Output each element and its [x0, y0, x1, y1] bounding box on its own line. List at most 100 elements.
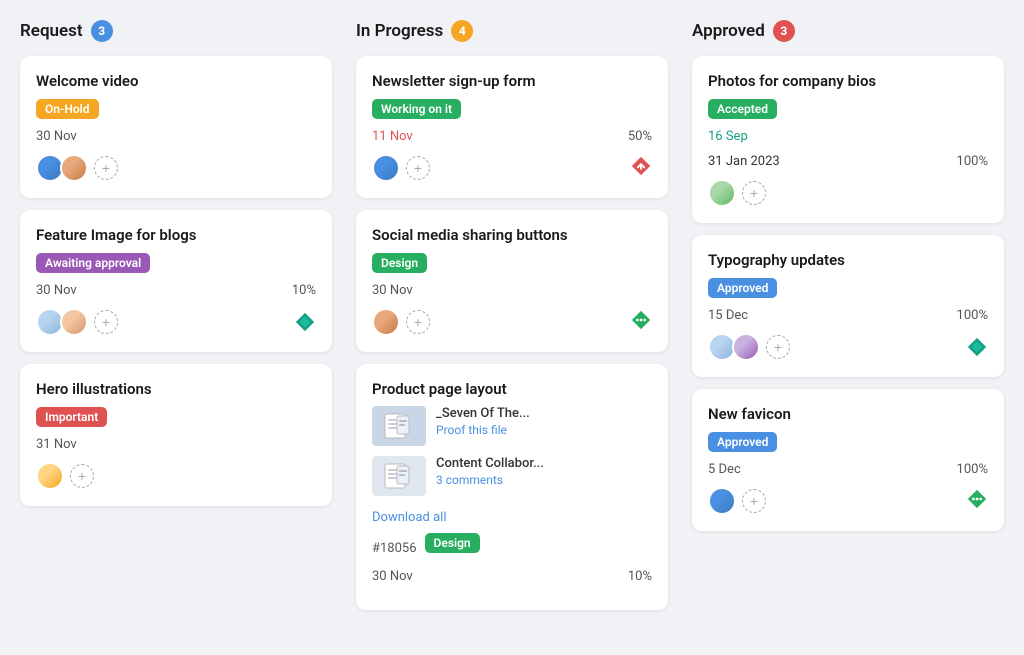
- add-member-button[interactable]: +: [742, 181, 766, 205]
- column-header: Approved 3: [692, 20, 1004, 42]
- avatar-group: +: [708, 333, 790, 361]
- card-id-row: #18056 Design: [372, 533, 652, 563]
- avatar-group: +: [708, 179, 766, 207]
- download-all[interactable]: Download all: [372, 506, 652, 533]
- avatar: [372, 308, 400, 336]
- card-title: Social media sharing buttons: [372, 226, 652, 244]
- card-footer: +: [372, 154, 652, 182]
- dots-icon: [966, 488, 988, 514]
- add-member-button[interactable]: +: [94, 310, 118, 334]
- second-date-row: 31 Jan 2023 100%: [708, 154, 988, 169]
- kanban-board: Request 3 Welcome video On-Hold 30 Nov +…: [20, 20, 1004, 622]
- dots-icon: [630, 309, 652, 335]
- card-typography-updates: Typography updates Approved 15 Dec 100% …: [692, 235, 1004, 377]
- status-tag: Awaiting approval: [36, 253, 150, 273]
- avatar: [732, 333, 760, 361]
- card-date: 15 Dec: [708, 308, 748, 323]
- card-product-page: Product page layout _Seven Of The... Pro…: [356, 364, 668, 610]
- card-date: 31 Nov: [36, 437, 77, 452]
- add-member-button[interactable]: +: [742, 489, 766, 513]
- diamond-icon: [966, 336, 988, 358]
- date-row: 30 Nov: [372, 283, 652, 298]
- status-tag: Approved: [708, 432, 777, 452]
- add-member-button[interactable]: +: [766, 335, 790, 359]
- avatar-group: +: [372, 154, 430, 182]
- avatar-group: +: [36, 462, 94, 490]
- card-footer: +: [372, 308, 652, 336]
- column-request: Request 3 Welcome video On-Hold 30 Nov +…: [20, 20, 332, 622]
- card-date: 30 Nov: [36, 129, 77, 144]
- card-percent: 50%: [628, 129, 652, 144]
- arrow-icon: [630, 155, 652, 181]
- add-member-button[interactable]: +: [70, 464, 94, 488]
- card-title: Product page layout: [372, 380, 652, 398]
- card-footer: +: [36, 462, 316, 490]
- file-name: _Seven Of The...: [436, 406, 652, 421]
- column-badge: 4: [451, 20, 473, 42]
- avatar: [60, 308, 88, 336]
- column-title: In Progress: [356, 21, 443, 41]
- file-action-proof[interactable]: Proof this file: [436, 423, 652, 437]
- avatar: [708, 487, 736, 515]
- card-date-primary: 16 Sep: [708, 129, 748, 144]
- file-action-comments[interactable]: 3 comments: [436, 473, 652, 487]
- avatar-group: +: [36, 308, 118, 336]
- card-title: Feature Image for blogs: [36, 226, 316, 244]
- column-badge: 3: [91, 20, 113, 42]
- avatar: [708, 179, 736, 207]
- card-footer: +: [36, 308, 316, 336]
- status-tag: Approved: [708, 278, 777, 298]
- card-title: Typography updates: [708, 251, 988, 269]
- add-member-button[interactable]: +: [406, 156, 430, 180]
- avatar-group: +: [36, 154, 118, 182]
- column-header: In Progress 4: [356, 20, 668, 42]
- status-tag: Design: [425, 533, 480, 553]
- avatar: [372, 154, 400, 182]
- column-badge: 3: [773, 20, 795, 42]
- column-in-progress: In Progress 4 Newsletter sign-up form Wo…: [356, 20, 668, 622]
- card-footer: +: [708, 487, 988, 515]
- card-title: Photos for company bios: [708, 72, 988, 90]
- add-member-button[interactable]: +: [94, 156, 118, 180]
- file-name: Content Collabor...: [436, 456, 652, 471]
- add-member-button[interactable]: +: [406, 310, 430, 334]
- card-date: 30 Nov: [372, 569, 413, 584]
- card-percent: 10%: [292, 283, 316, 298]
- card-percent: 10%: [628, 569, 652, 584]
- avatar-group: +: [372, 308, 430, 336]
- card-percent: 100%: [957, 462, 988, 477]
- column-title: Request: [20, 21, 83, 41]
- card-feature-image: Feature Image for blogs Awaiting approva…: [20, 210, 332, 352]
- date-row: 30 Nov: [36, 129, 316, 144]
- status-tag: Working on it: [372, 99, 461, 119]
- file-info: Content Collabor... 3 comments: [436, 456, 652, 487]
- card-social-media: Social media sharing buttons Design 30 N…: [356, 210, 668, 352]
- card-date: 30 Nov: [372, 283, 413, 298]
- card-date: 11 Nov: [372, 129, 413, 144]
- card-title: New favicon: [708, 405, 988, 423]
- card-title: Hero illustrations: [36, 380, 316, 398]
- diamond-icon: [294, 311, 316, 333]
- card-title: Newsletter sign-up form: [372, 72, 652, 90]
- date-row: 31 Nov: [36, 437, 316, 452]
- card-new-favicon: New favicon Approved 5 Dec 100% +: [692, 389, 1004, 531]
- date-row: 16 Sep: [708, 129, 988, 144]
- column-title: Approved: [692, 21, 765, 41]
- file-row: Content Collabor... 3 comments: [372, 456, 652, 496]
- card-footer: +: [708, 333, 988, 361]
- date-row: 30 Nov 10%: [372, 569, 652, 584]
- date-row: 5 Dec 100%: [708, 462, 988, 477]
- status-tag: On-Hold: [36, 99, 99, 119]
- avatar: [60, 154, 88, 182]
- card-id: #18056: [372, 541, 417, 556]
- card-percent: 100%: [957, 308, 988, 323]
- column-approved: Approved 3 Photos for company bios Accep…: [692, 20, 1004, 622]
- avatar-group: +: [708, 487, 766, 515]
- card-percent: 100%: [957, 154, 988, 169]
- file-row: _Seven Of The... Proof this file: [372, 406, 652, 446]
- date-row: 11 Nov 50%: [372, 129, 652, 144]
- card-date: 5 Dec: [708, 462, 741, 477]
- avatar: [36, 462, 64, 490]
- card-newsletter-form: Newsletter sign-up form Working on it 11…: [356, 56, 668, 198]
- status-tag: Accepted: [708, 99, 777, 119]
